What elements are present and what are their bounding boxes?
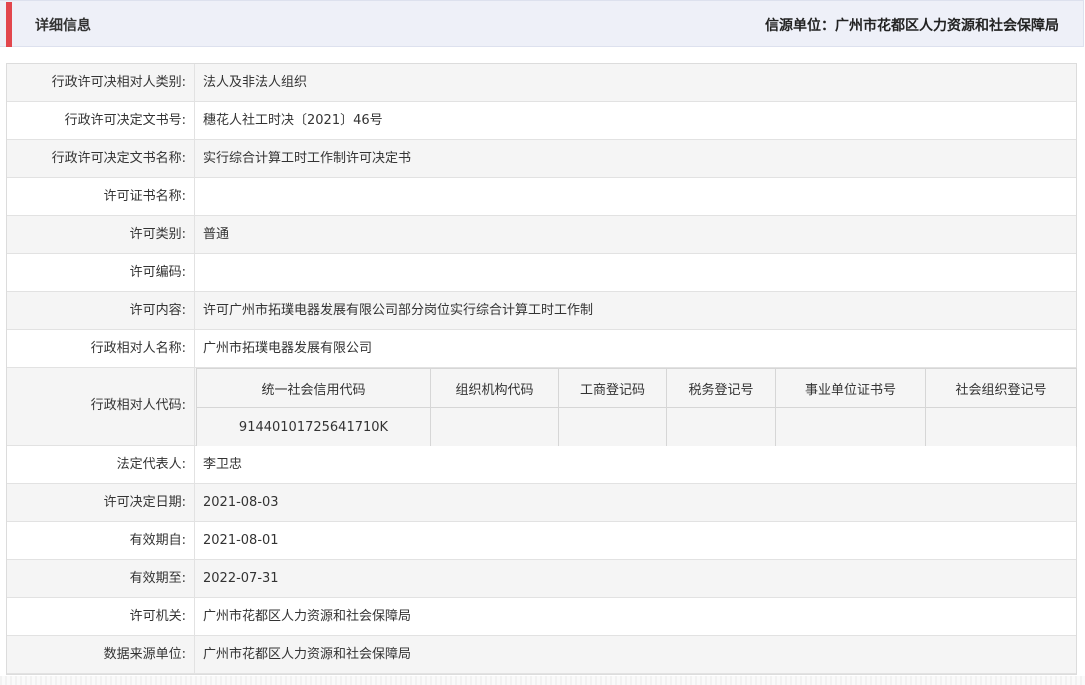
- row-value: 2021-08-03: [203, 495, 279, 510]
- code-value-row: 91440101725641710K: [196, 407, 1077, 447]
- row-value: 2022-07-31: [203, 571, 279, 586]
- row-label: 有效期自:: [7, 522, 195, 559]
- row-value: 法人及非法人组织: [203, 75, 308, 90]
- row-valid-to: 有效期至: 2022-07-31: [7, 560, 1076, 598]
- row-label: 法定代表人:: [7, 446, 195, 483]
- row-label: 行政相对人代码:: [7, 368, 195, 445]
- row-permit-content: 许可内容: 许可广州市拓璞电器发展有限公司部分岗位实行综合计算工时工作制: [7, 292, 1076, 330]
- row-document-number: 行政许可决定文书号: 穗花人社工时决〔2021〕46号: [7, 102, 1076, 140]
- org-code-value: [430, 407, 559, 447]
- row-label: 许可证书名称:: [7, 178, 195, 215]
- row-value: 实行综合计算工时工作制许可决定书: [203, 151, 412, 166]
- row-value: 李卫忠: [203, 457, 243, 472]
- row-label: 行政许可决定文书号:: [7, 102, 195, 139]
- col-header-social-org-reg: 社会组织登记号: [925, 368, 1077, 408]
- row-value: 广州市花都区人力资源和社会保障局: [203, 647, 412, 662]
- source-unit: 信源单位：广州市花都区人力资源和社会保障局: [765, 18, 1059, 34]
- code-subtable: 统一社会信用代码 组织机构代码 工商登记码 税务登记号 事业单位证书号 社会组织…: [196, 368, 1077, 447]
- row-label: 许可编码:: [7, 254, 195, 291]
- detail-table: 行政许可决相对人类别: 法人及非法人组织 行政许可决定文书号: 穗花人社工时决〔…: [6, 63, 1077, 675]
- col-header-business-reg: 工商登记码: [558, 368, 667, 408]
- row-value: 许可广州市拓璞电器发展有限公司部分岗位实行综合计算工时工作制: [203, 303, 594, 318]
- row-label: 许可决定日期:: [7, 484, 195, 521]
- social-org-reg-value: [925, 407, 1077, 447]
- row-permit-code: 许可编码:: [7, 254, 1076, 292]
- business-reg-value: [558, 407, 667, 447]
- row-label: 行政许可决相对人类别:: [7, 64, 195, 101]
- col-header-org-code: 组织机构代码: [430, 368, 559, 408]
- row-valid-from: 有效期自: 2021-08-01: [7, 522, 1076, 560]
- row-document-name: 行政许可决定文书名称: 实行综合计算工时工作制许可决定书: [7, 140, 1076, 178]
- col-header-tax-reg: 税务登记号: [666, 368, 776, 408]
- row-legal-representative: 法定代表人: 李卫忠: [7, 446, 1076, 484]
- row-certificate-name: 许可证书名称:: [7, 178, 1076, 216]
- col-header-institution-cert: 事业单位证书号: [775, 368, 926, 408]
- row-label: 行政许可决定文书名称:: [7, 140, 195, 177]
- code-header-row: 统一社会信用代码 组织机构代码 工商登记码 税务登记号 事业单位证书号 社会组织…: [196, 368, 1077, 408]
- detail-header: 详细信息 信源单位：广州市花都区人力资源和社会保障局: [0, 0, 1084, 47]
- row-subject-category: 行政许可决相对人类别: 法人及非法人组织: [7, 64, 1076, 102]
- row-value: 普通: [203, 227, 230, 242]
- col-header-credit-code: 统一社会信用代码: [196, 368, 431, 408]
- institution-cert-value: [775, 407, 926, 447]
- row-value: 2021-08-01: [203, 533, 279, 548]
- row-value: 穗花人社工时决〔2021〕46号: [203, 113, 383, 128]
- row-decision-date: 许可决定日期: 2021-08-03: [7, 484, 1076, 522]
- row-label: 许可机关:: [7, 598, 195, 635]
- row-label: 有效期至:: [7, 560, 195, 597]
- page-title: 详细信息: [35, 18, 91, 34]
- row-value: 广州市花都区人力资源和社会保障局: [203, 609, 412, 624]
- row-permit-authority: 许可机关: 广州市花都区人力资源和社会保障局: [7, 598, 1076, 636]
- row-value: 广州市拓璞电器发展有限公司: [203, 341, 373, 356]
- row-label: 行政相对人名称:: [7, 330, 195, 367]
- credit-code-value: 91440101725641710K: [196, 407, 431, 447]
- row-label: 许可内容:: [7, 292, 195, 329]
- bottom-divider: [0, 676, 1085, 685]
- row-label: 数据来源单位:: [7, 636, 195, 673]
- row-data-source: 数据来源单位: 广州市花都区人力资源和社会保障局: [7, 636, 1076, 674]
- accent-bar: [6, 2, 12, 47]
- row-subject-code: 行政相对人代码: 统一社会信用代码 组织机构代码 工商登记码 税务登记号 事业单…: [7, 368, 1077, 447]
- tax-reg-value: [666, 407, 776, 447]
- row-label: 许可类别:: [7, 216, 195, 253]
- row-permit-type: 许可类别: 普通: [7, 216, 1076, 254]
- row-subject-name: 行政相对人名称: 广州市拓璞电器发展有限公司: [7, 330, 1076, 368]
